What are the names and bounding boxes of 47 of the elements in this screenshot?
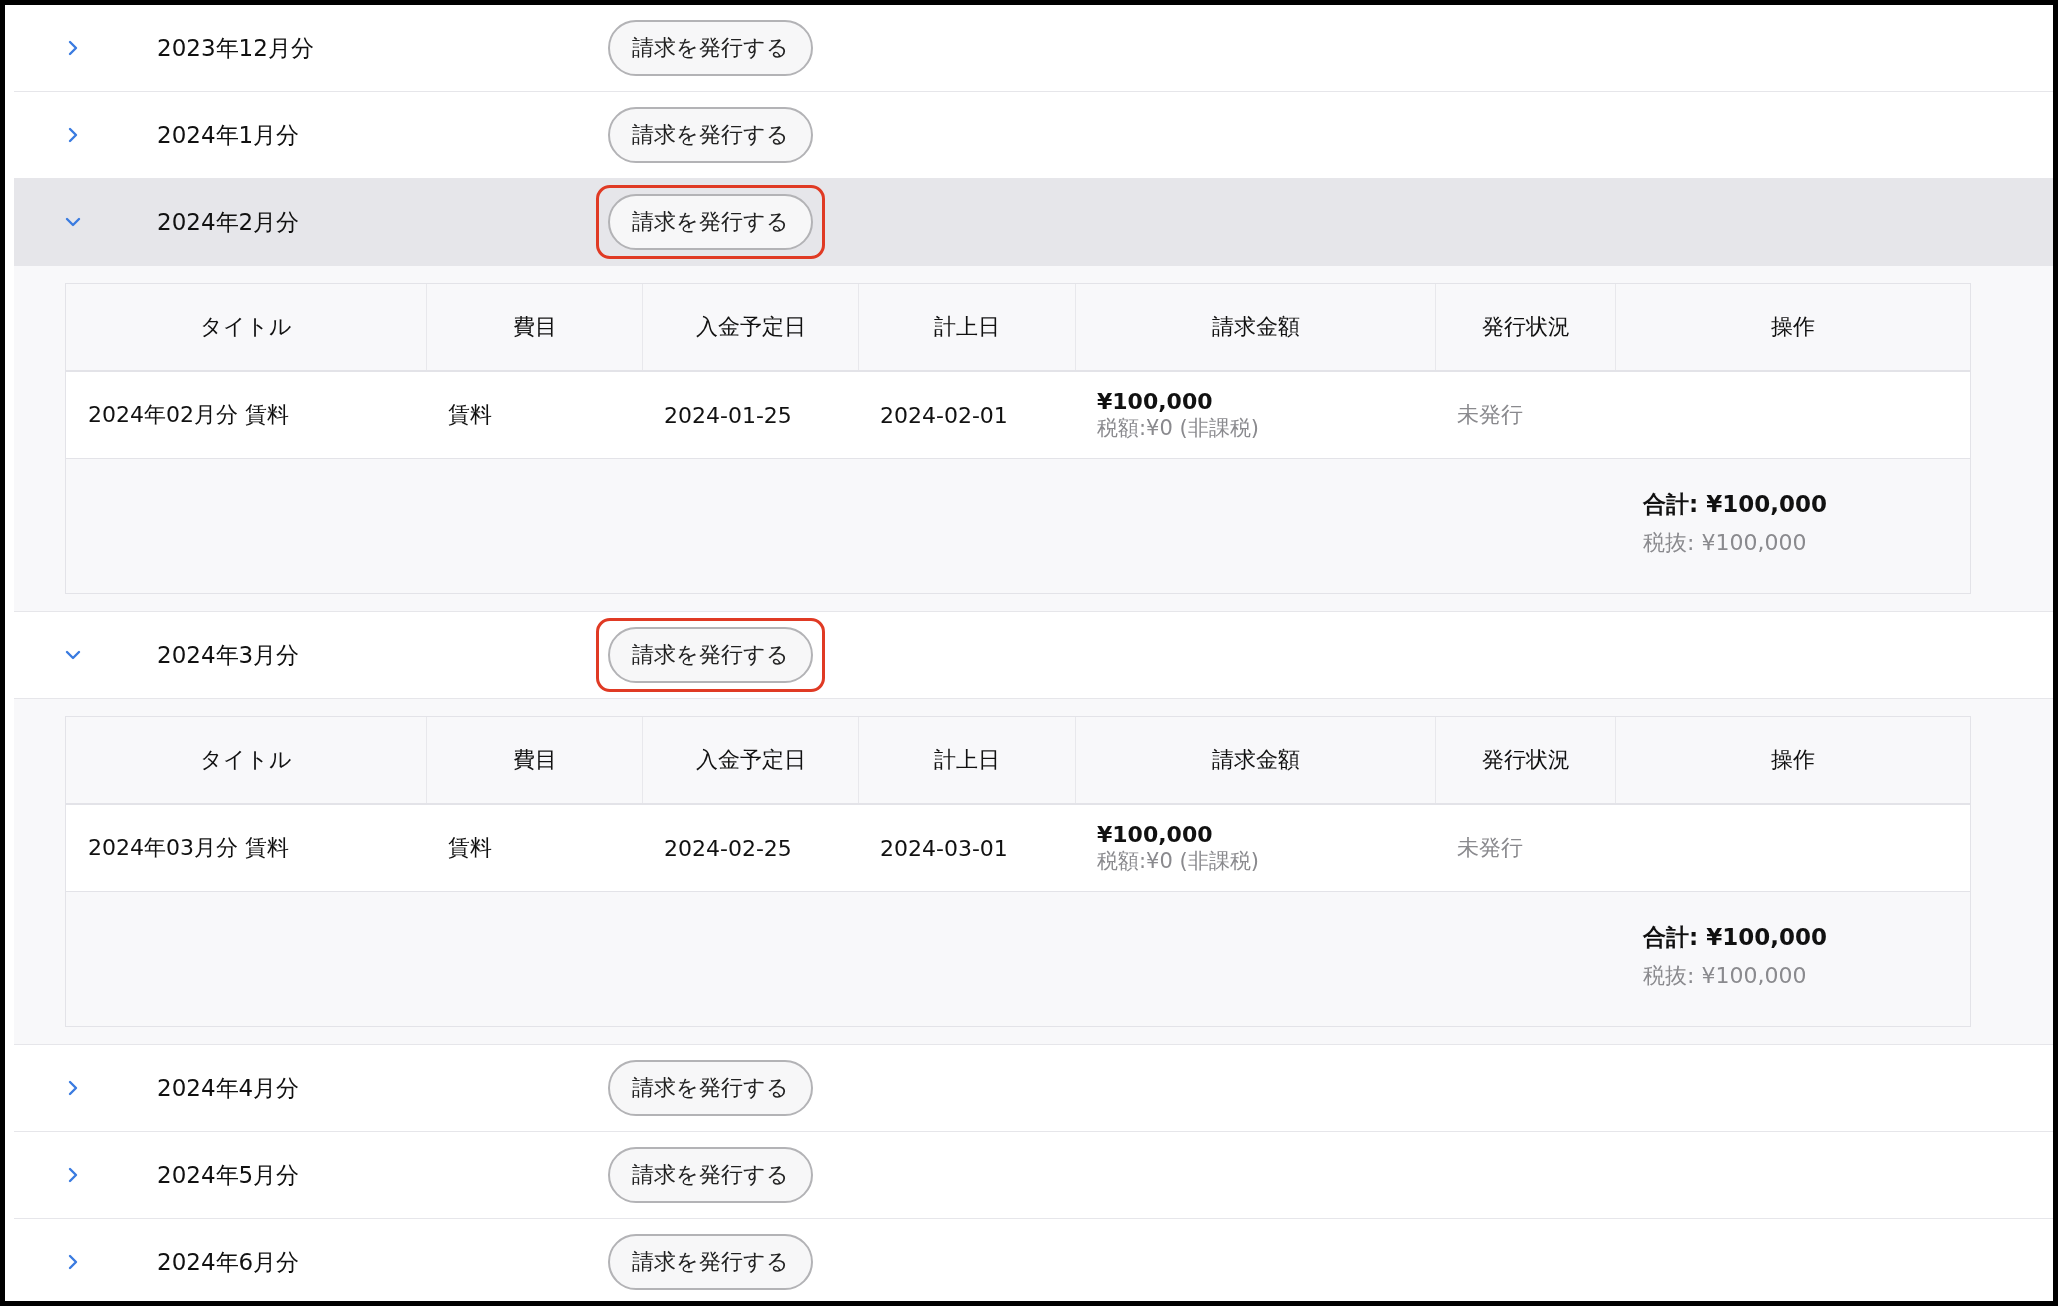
table-cell-text: 賃料 [447,401,493,429]
total-text: 合計: ¥100,000 [1643,490,1827,519]
column-header: 入金予定日 [642,717,858,803]
table-cell-text: 2024-02-25 [663,834,793,863]
month-label: 2024年5月分 [157,1160,301,1190]
month-label: 2024年3月分 [157,640,301,670]
column-header: 発行状況 [1435,284,1615,370]
month-label: 2024年4月分 [157,1073,301,1103]
table-cell-text: 2024-02-01 [879,401,1009,430]
month-label: 2024年1月分 [157,120,301,150]
column-header: 請求金額 [1075,717,1435,803]
table-cell-text: 2024-01-25 [663,401,793,430]
column-header: 発行状況 [1435,717,1615,803]
status-cell-text: 未発行 [1456,834,1524,862]
table-cell-text: 2024年02月分 賃料 [87,401,290,429]
column-header: 操作 [1615,717,1970,803]
issue-invoice-button[interactable]: 請求を発行する [608,20,813,76]
tax-text: 税額:¥0 (非課税) [1097,847,1260,875]
issue-invoice-button[interactable]: 請求を発行する [608,1060,813,1116]
tax-text: 税額:¥0 (非課税) [1097,414,1260,442]
column-header: 請求金額 [1075,284,1435,370]
amount-text: ¥100,000 [1097,388,1214,414]
issue-invoice-button[interactable]: 請求を発行する [608,1234,813,1290]
table-cell-text: 賃料 [447,834,493,862]
issue-invoice-button[interactable]: 請求を発行する [608,107,813,163]
month-label: 2024年6月分 [157,1247,301,1277]
column-header: 費目 [426,284,642,370]
table-cell-text: 2024年03月分 賃料 [87,834,290,862]
issue-invoice-button[interactable]: 請求を発行する [608,194,813,250]
column-header: 計上日 [858,717,1075,803]
column-header: 入金予定日 [642,284,858,370]
amount-text: ¥100,000 [1097,821,1214,847]
column-header: タイトル [199,313,293,341]
column-header: タイトル [199,746,293,774]
total-text: 合計: ¥100,000 [1643,923,1827,952]
month-row[interactable]: 2024年2月分 請求を発行する [14,179,2053,266]
issue-invoice-button[interactable]: 請求を発行する [608,1147,813,1203]
column-header: 費目 [426,717,642,803]
table-cell-text: 2024-03-01 [879,834,1009,863]
status-cell-text: 未発行 [1456,401,1524,429]
issue-invoice-button[interactable]: 請求を発行する [608,627,813,683]
column-header: 計上日 [858,284,1075,370]
subtotal-text: 税抜: ¥100,000 [1643,962,1807,990]
month-label: 2023年12月分 [157,33,315,63]
column-header: 操作 [1615,284,1970,370]
month-label: 2024年2月分 [157,207,301,237]
subtotal-text: 税抜: ¥100,000 [1643,529,1807,557]
